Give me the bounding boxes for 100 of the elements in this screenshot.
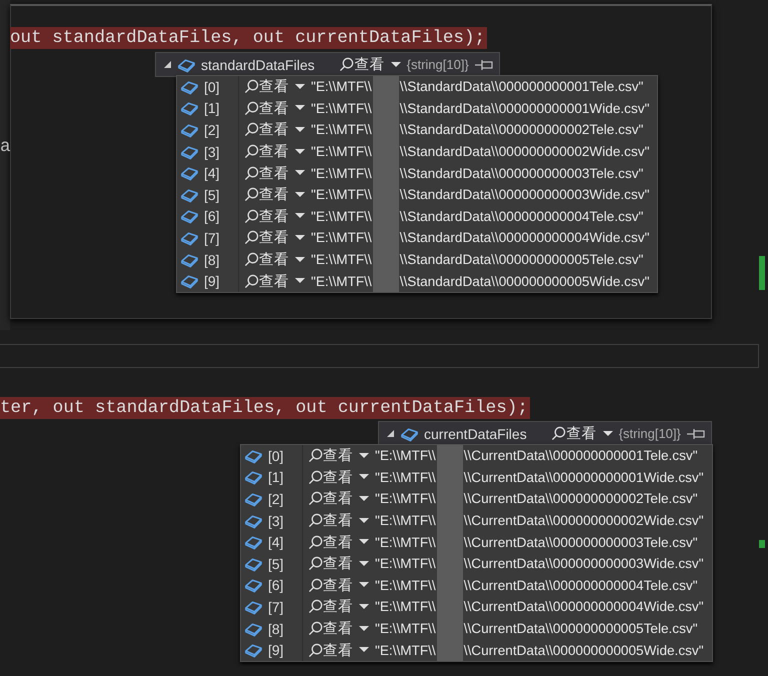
cube-icon [244,490,263,507]
value-text: "E:\\MTF\\ [375,642,436,658]
value-text: "E:\\MTF\\ [311,122,372,138]
search-icon [308,599,323,614]
visualizer-link[interactable]: 查看 [259,120,289,140]
search-icon [308,556,323,572]
value-text: "E:\\MTF\\ [375,578,436,593]
visualizer-link[interactable]: 查看 [259,142,289,162]
value-text: "E:\\MTF\\ [375,448,436,464]
visualizer-link[interactable]: 查看 [323,554,353,574]
element-index: [8] [204,252,220,268]
search-icon [244,79,259,94]
element-index: [7] [268,598,284,615]
search-icon [308,448,323,464]
caret-icon [359,496,369,502]
value-text: "E:\\MTF\\ [311,208,372,224]
visualizer-link[interactable]: 查看 [259,98,289,118]
caret-icon [359,604,369,610]
search-icon [308,491,323,506]
search-icon [550,426,566,441]
change-marker [759,256,765,290]
value-text: "E:\\MTF\\ [311,166,372,181]
element-index: [0] [268,448,284,464]
element-index: [6] [204,208,220,224]
visualizer-link[interactable]: 查看 [259,206,289,226]
visualizer-link[interactable]: 查看 [323,468,353,487]
visualizer-link[interactable]: 查看 [323,532,353,552]
caret-icon [295,278,305,284]
visualizer-link[interactable]: 查看 [354,55,385,74]
visualizer-link[interactable]: 查看 [259,272,289,291]
value-text: \\StandardData\\000000000001Wide.csv" [400,100,650,116]
variable-name: currentDataFiles [424,426,527,442]
value-text: "E:\\MTF\\ [375,534,436,550]
element-index: [4] [204,165,220,182]
value-text: "E:\\MTF\\ [311,144,372,160]
visualizer-link[interactable]: 查看 [259,164,289,183]
visualizer-link[interactable]: 查看 [566,424,597,443]
visualizer-link[interactable]: 查看 [323,640,353,660]
search-icon [244,144,259,160]
search-icon [244,208,259,224]
visualizer-link[interactable]: 查看 [323,511,353,530]
caret-icon [295,126,305,133]
element-index: [2] [268,490,284,507]
visualizer-link[interactable]: 查看 [323,489,353,508]
visualizer-link[interactable]: 查看 [323,576,353,595]
caret-icon [602,430,613,436]
expand-arrow-icon[interactable] [387,430,394,437]
cube-icon [180,208,199,224]
value-text: "E:\\MTF\\ [375,513,436,528]
caret-icon [359,452,369,459]
search-icon [308,470,323,485]
expand-arrow-icon[interactable] [164,61,171,68]
variable-type: {string[10]} [618,426,681,441]
caret-icon [390,62,401,68]
visualizer-link[interactable]: 查看 [259,250,289,270]
search-icon [244,187,259,202]
caret-icon [359,474,369,480]
element-index: [3] [268,512,284,529]
cube-icon [244,556,263,572]
value-text: \\CurrentData\\000000000004Wide.csv" [464,599,704,614]
value-text: \\StandardData\\000000000004Wide.csv" [400,230,650,246]
value-text: "E:\\MTF\\ [311,187,372,202]
search-icon [308,621,323,636]
value-text: \\StandardData\\000000000005Wide.csv" [400,274,650,289]
cube-icon [244,534,263,550]
element-index: [9] [204,273,220,290]
value-text: \\CurrentData\\000000000002Wide.csv" [464,513,704,528]
element-index: [9] [268,642,284,658]
value-text: "E:\\MTF\\ [375,621,436,636]
cube-icon [244,469,263,486]
visualizer-link[interactable]: 查看 [259,77,289,96]
search-icon [244,122,259,138]
variable-name: standardDataFiles [201,56,315,72]
cube-icon [177,56,196,72]
value-text: \\StandardData\\000000000003Tele.csv" [400,166,644,181]
variable-type: {string[10]} [406,57,469,72]
pin-icon[interactable] [686,428,705,440]
value-text: \\CurrentData\\000000000005Wide.csv" [464,642,704,658]
search-icon [244,274,259,289]
cube-icon [244,512,263,529]
search-icon [338,57,354,72]
visualizer-link[interactable]: 查看 [323,446,353,466]
visualizer-link[interactable]: 查看 [323,597,353,616]
value-text: \\CurrentData\\000000000003Tele.csv" [464,534,698,550]
cube-icon [180,273,199,290]
pin-icon[interactable] [474,58,493,70]
cube-icon [244,577,263,594]
element-index: [3] [204,144,220,160]
search-icon [308,513,323,528]
cube-icon [180,252,199,268]
element-index: [5] [268,556,284,572]
visualizer-link[interactable]: 查看 [323,619,353,638]
value-text: "E:\\MTF\\ [311,252,372,268]
caret-icon [295,170,305,176]
visualizer-link[interactable]: 查看 [259,228,289,248]
element-index: [0] [204,78,220,95]
caret-icon [295,256,305,263]
visualizer-link[interactable]: 查看 [259,185,289,204]
caret-icon [359,518,369,524]
caret-icon [359,560,369,567]
